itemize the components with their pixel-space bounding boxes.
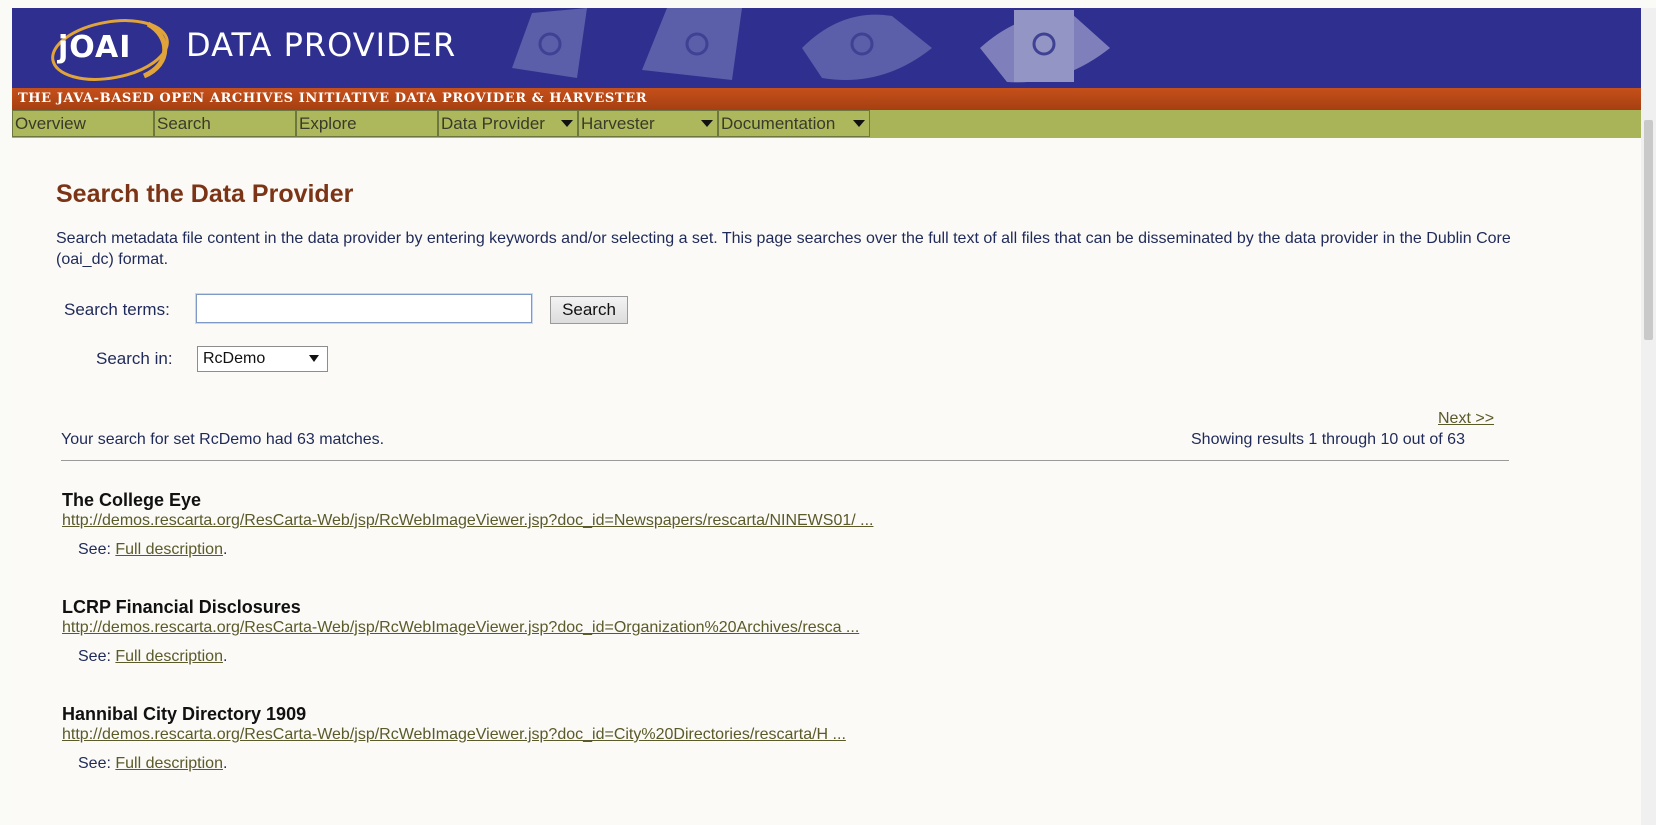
- intro-text: Search metadata file content in the data…: [56, 230, 1511, 268]
- period: .: [222, 755, 228, 772]
- see-label: See:: [78, 541, 111, 558]
- result-title: The College Eye: [62, 490, 202, 510]
- showing-results-text: Showing results 1 through 10 out of 63: [1191, 431, 1465, 448]
- see-label: See:: [78, 755, 111, 772]
- result-see-line: See: Full description.: [78, 541, 873, 559]
- results-divider: [61, 460, 1509, 461]
- result-url-link[interactable]: http://demos.rescarta.org/ResCarta-Web/j…: [62, 511, 873, 531]
- result-item: LCRP Financial Disclosures http://demos.…: [62, 596, 859, 666]
- full-description-link[interactable]: Full description: [115, 755, 223, 772]
- result-item: The College Eye http://demos.rescarta.or…: [62, 489, 873, 559]
- result-title: Hannibal City Directory 1909: [62, 704, 307, 724]
- main-content: Search the Data Provider Search metadata…: [0, 0, 1656, 825]
- full-description-link[interactable]: Full description: [115, 648, 223, 665]
- result-url-link[interactable]: http://demos.rescarta.org/ResCarta-Web/j…: [62, 725, 846, 745]
- result-url-link[interactable]: http://demos.rescarta.org/ResCarta-Web/j…: [62, 618, 859, 638]
- scrollbar-thumb[interactable]: [1644, 120, 1653, 340]
- period: .: [222, 648, 228, 665]
- result-item: Hannibal City Directory 1909 http://demo…: [62, 703, 846, 773]
- dropdown-arrow-icon: [309, 355, 319, 362]
- full-description-link[interactable]: Full description: [115, 541, 223, 558]
- set-select[interactable]: RcDemo: [197, 346, 328, 372]
- result-see-line: See: Full description.: [78, 755, 846, 773]
- search-button[interactable]: Search: [550, 296, 628, 324]
- search-in-label: Search in:: [96, 349, 173, 368]
- search-terms-label: Search terms:: [64, 300, 170, 319]
- see-label: See:: [78, 648, 111, 665]
- set-select-value: RcDemo: [203, 350, 266, 367]
- result-see-line: See: Full description.: [78, 648, 859, 666]
- search-input[interactable]: [196, 294, 532, 323]
- next-page-link[interactable]: Next >>: [1438, 410, 1494, 428]
- match-summary: Your search for set RcDemo had 63 matche…: [61, 431, 385, 448]
- period: .: [222, 541, 228, 558]
- result-title: LCRP Financial Disclosures: [62, 597, 301, 617]
- page-title: Search the Data Provider: [56, 180, 354, 208]
